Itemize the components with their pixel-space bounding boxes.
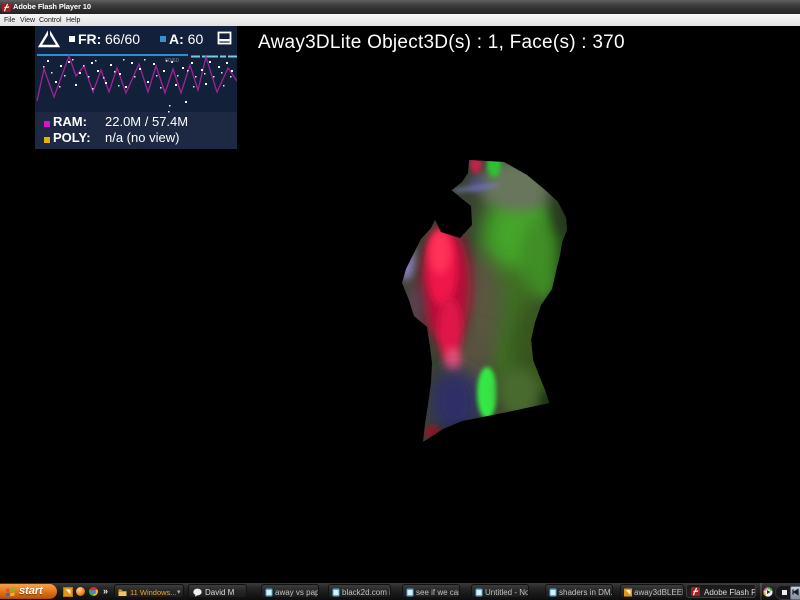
svg-text:60/60: 60/60 [165,58,179,64]
